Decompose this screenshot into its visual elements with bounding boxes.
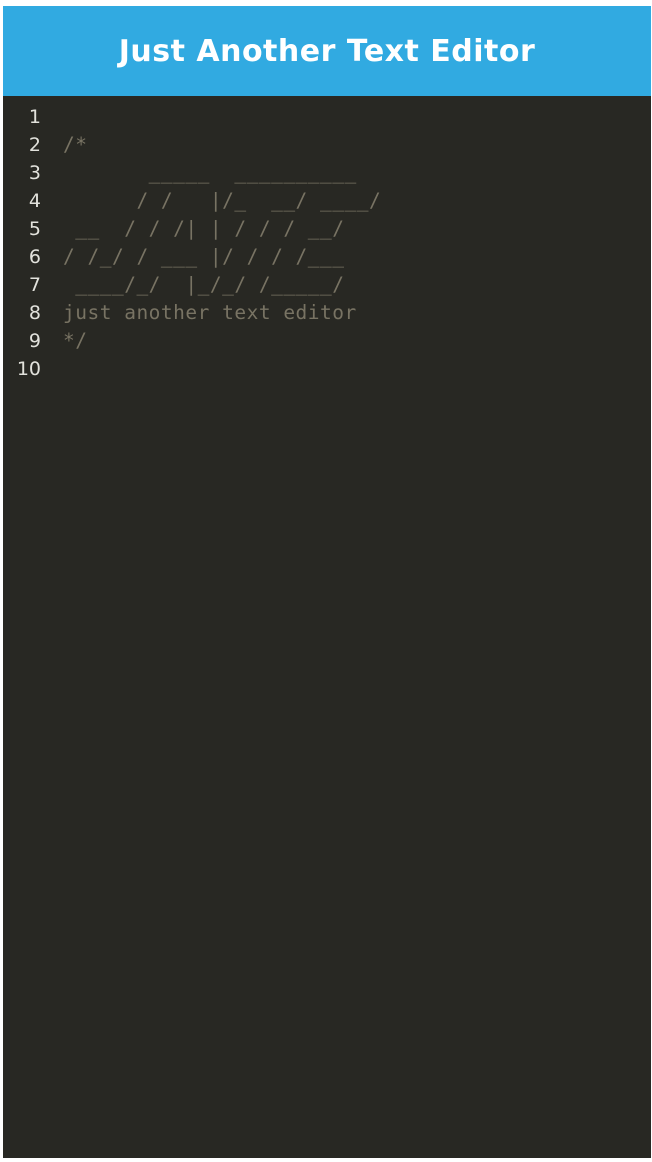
code-line[interactable]: just another text editor <box>63 299 651 327</box>
line-number: 2 <box>28 134 41 156</box>
line-number: 6 <box>28 246 41 268</box>
code-line[interactable]: / /_/ / ___ |/ / / /___ <box>63 243 651 271</box>
code-editor[interactable]: 1 2 3 4 5 6 7 8 9 10 /* _____ __________… <box>3 96 651 1158</box>
line-number: 9 <box>28 330 41 352</box>
line-number: 10 <box>16 358 41 380</box>
line-number: 4 <box>28 190 41 212</box>
page-title: Just Another Text Editor <box>118 33 536 69</box>
code-line[interactable] <box>63 355 651 383</box>
code-line[interactable]: __ / / /| | / / / __/ <box>63 215 651 243</box>
code-line[interactable]: / / |/_ __/ ____/ <box>63 187 651 215</box>
line-number: 5 <box>28 218 41 240</box>
code-text-area[interactable]: /* _____ __________ / / |/_ __/ ____/ __… <box>55 103 651 1158</box>
line-number: 8 <box>28 302 41 324</box>
code-line[interactable]: ____/_/ |_/_/ /_____/ <box>63 271 651 299</box>
line-number: 7 <box>28 274 41 296</box>
line-number-gutter: 1 2 3 4 5 6 7 8 9 10 <box>3 103 55 1158</box>
line-number: 1 <box>28 106 41 128</box>
code-line[interactable]: _____ __________ <box>63 159 651 187</box>
code-line[interactable] <box>63 103 651 131</box>
line-number: 3 <box>28 162 41 184</box>
code-line[interactable]: */ <box>63 327 651 355</box>
app-header: Just Another Text Editor <box>3 6 651 96</box>
app-window: Just Another Text Editor 1 2 3 4 5 6 7 8… <box>3 6 651 1158</box>
code-line[interactable]: /* <box>63 131 651 159</box>
